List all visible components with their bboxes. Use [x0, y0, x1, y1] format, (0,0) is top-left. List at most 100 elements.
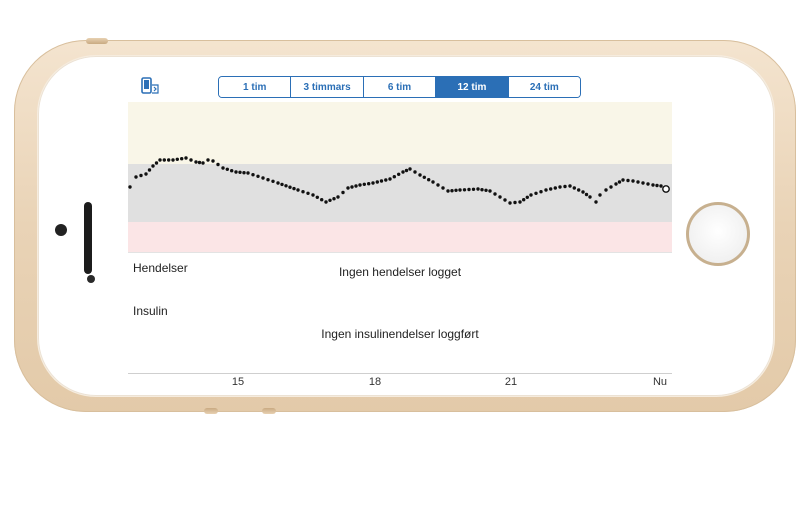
trace-dot — [518, 200, 522, 204]
trace-dot — [266, 178, 270, 182]
trace-dot — [154, 161, 159, 165]
range-1h-button[interactable]: 1 tim — [219, 77, 291, 97]
trace-dot — [216, 162, 220, 167]
trace-dot — [197, 160, 202, 165]
trace-dot — [476, 187, 480, 191]
trace-dot — [397, 172, 401, 176]
glucose-chart — [128, 102, 672, 254]
trace-dot — [128, 185, 132, 189]
trace-dot — [641, 181, 645, 185]
range-6h-button[interactable]: 6 tim — [362, 77, 436, 97]
trace-dot — [462, 188, 467, 192]
trace-dot — [388, 177, 392, 181]
trace-dot — [498, 195, 502, 199]
trace-dot — [588, 195, 592, 199]
high-zone — [128, 102, 672, 164]
trace-dot — [246, 171, 250, 175]
trace-dot — [332, 197, 336, 201]
trace-dot — [276, 181, 280, 185]
phone-sync-icon[interactable] — [140, 76, 160, 101]
trace-dot — [604, 188, 608, 192]
trace-dot — [636, 180, 640, 184]
toolbar: 1 tim 3 timmars 6 tim 12 tim 24 tim — [128, 70, 672, 102]
trace-dot — [375, 180, 379, 184]
trace-dot — [280, 182, 284, 187]
low-zone — [128, 222, 672, 254]
trace-dot — [336, 195, 340, 199]
trace-dot — [572, 186, 576, 190]
home-button[interactable] — [686, 202, 750, 266]
trace-dot — [158, 158, 162, 162]
trace-dot — [422, 175, 426, 179]
trace-dot — [614, 182, 618, 186]
trace-dot — [584, 192, 589, 197]
trace-dot — [392, 175, 396, 179]
trace-dot — [404, 168, 409, 173]
range-24h-button[interactable]: 24 tim — [507, 77, 580, 97]
trace-dot — [171, 158, 175, 162]
trace-dot — [655, 183, 659, 188]
trace-dot — [230, 169, 234, 173]
trace-dot — [189, 158, 193, 162]
trace-dot — [529, 193, 533, 197]
trace-dot — [646, 182, 650, 186]
trace-dot — [384, 178, 388, 182]
front-camera — [55, 224, 67, 236]
trace-dot — [206, 158, 210, 162]
trace-dot — [513, 200, 517, 205]
trace-dot — [221, 166, 225, 170]
trace-dot — [454, 188, 458, 192]
target-zone — [128, 164, 672, 222]
trace-dot — [354, 184, 358, 188]
trace-dot — [549, 187, 553, 191]
events-section: Hendelser Ingen hendelser logget — [128, 252, 672, 300]
trace-dot — [362, 182, 366, 186]
trace-dot — [431, 180, 435, 184]
trace-dot — [493, 192, 497, 196]
trace-dot — [180, 157, 184, 161]
trace-dot — [577, 188, 581, 192]
trace-dot — [408, 167, 412, 171]
range-3h-button[interactable]: 3 timmars — [290, 77, 363, 97]
trace-dot — [609, 185, 613, 189]
trace-dot — [284, 184, 288, 188]
trace-dot — [418, 173, 422, 177]
trace-dot — [503, 198, 507, 202]
trace-dot — [167, 158, 171, 162]
trace-dot — [544, 188, 548, 192]
trace-dot — [558, 185, 562, 189]
trace-dot — [315, 195, 319, 199]
trace-dot — [201, 161, 205, 165]
trace-dot — [139, 173, 143, 178]
trace-dot — [379, 179, 384, 183]
trace-dot — [256, 174, 260, 178]
proximity-sensor — [87, 275, 95, 283]
app-screen: 1 tim 3 timmars 6 tim 12 tim 24 tim Hend… — [128, 70, 672, 390]
trace-dot — [446, 189, 450, 193]
trace-dot — [621, 178, 625, 182]
trace-dot — [458, 188, 462, 192]
trace-dot — [324, 200, 328, 204]
time-tick-label: Nu — [652, 376, 668, 388]
trace-dot — [367, 182, 371, 186]
trace-dot — [175, 157, 179, 161]
trace-dot — [594, 200, 598, 204]
trace-dot — [488, 189, 492, 193]
time-range-selector: 1 tim 3 timmars 6 tim 12 tim 24 tim — [218, 76, 581, 98]
trace-dot — [539, 190, 543, 194]
trace-dot — [553, 186, 557, 190]
trace-dot — [358, 183, 362, 187]
trace-dot — [134, 175, 138, 179]
range-12h-button[interactable]: 12 tim — [435, 77, 508, 97]
trace-dot — [151, 164, 155, 168]
trace-dot — [401, 170, 405, 174]
trace-dot — [471, 187, 476, 191]
hardware-button — [204, 408, 218, 414]
hardware-button — [262, 408, 276, 414]
trace-dot — [508, 201, 512, 205]
time-tick-label: 21 — [504, 376, 518, 388]
trace-dot — [261, 176, 265, 180]
trace-dot — [328, 198, 332, 202]
trace-dot — [525, 195, 529, 199]
trace-dot — [617, 180, 622, 184]
